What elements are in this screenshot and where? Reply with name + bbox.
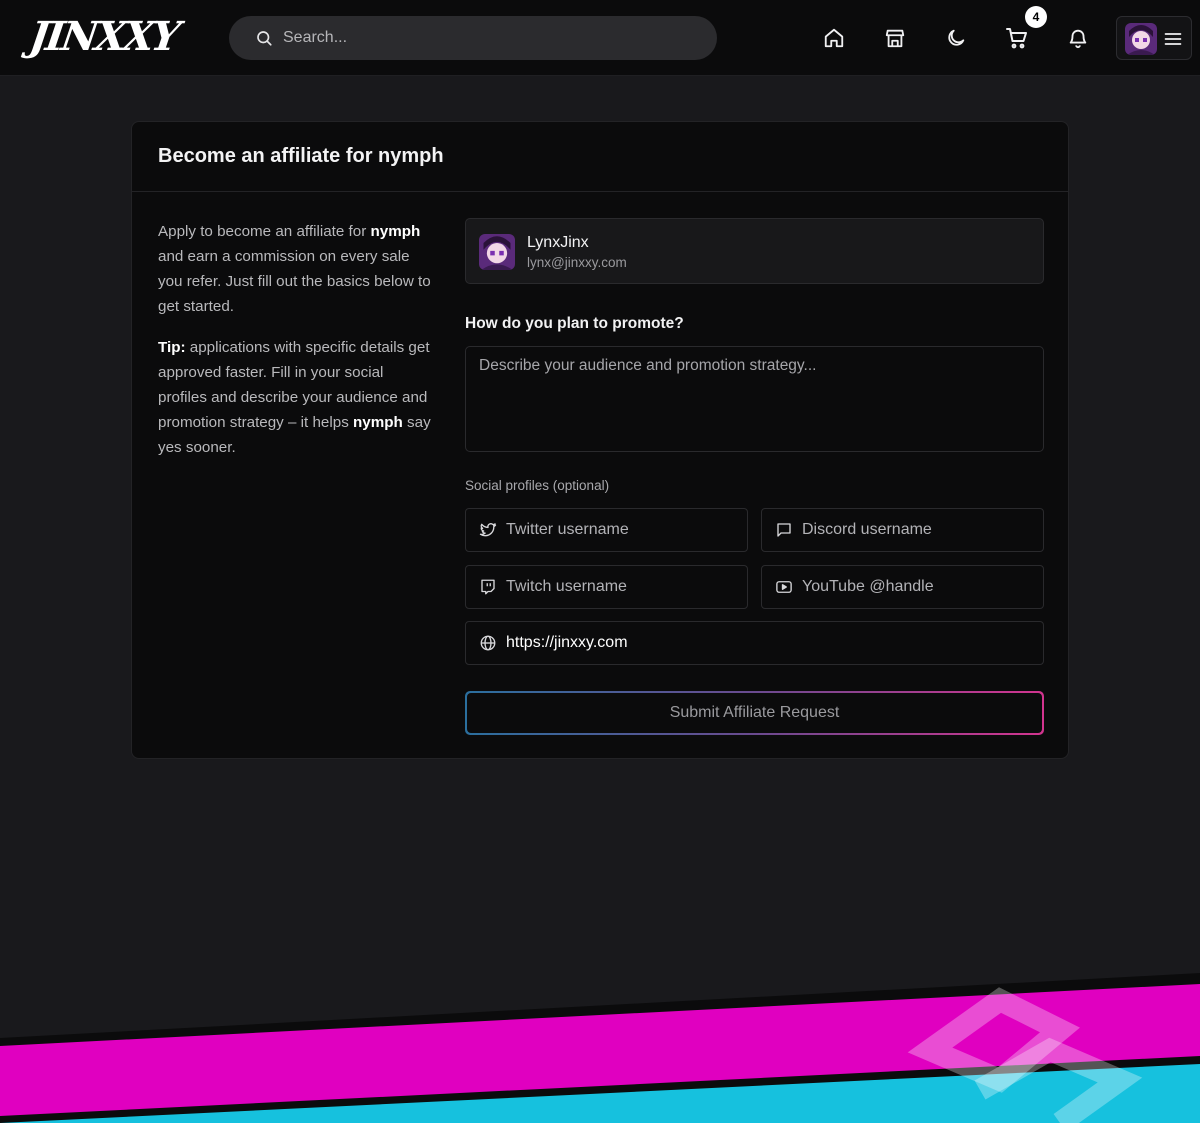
submit-button-label: Submit Affiliate Request [467,693,1042,733]
intro-text: Apply to become an affiliate for nymph a… [158,223,431,315]
website-field[interactable] [465,621,1044,665]
current-user-box: LynxJinx lynx@jinxxy.com [465,218,1044,284]
promote-question-label: How do you plan to promote? [465,315,684,332]
creator-name: nymph [370,223,421,240]
twitter-username-input[interactable] [506,521,726,539]
creator-name: nymph [353,414,403,431]
cart-count-badge: 4 [1025,6,1047,28]
search-icon [257,31,272,46]
twitter-icon [479,523,497,537]
avatar [1125,23,1157,55]
discord-field[interactable] [761,508,1044,552]
twitter-field[interactable] [465,508,748,552]
affiliate-application-card: Become an affiliate for nymph Apply to b… [131,121,1069,759]
search-bar[interactable] [229,16,717,60]
globe-icon [480,635,496,651]
user-email: lynx@jinxxy.com [527,255,627,270]
submit-affiliate-request-button[interactable]: Submit Affiliate Request [465,691,1044,735]
footer-decorative-stripes [0,973,1200,1123]
logo-text: JINXXY [26,13,181,60]
top-navigation-bar: JINXXY 4 [0,0,1200,76]
card-header: Become an affiliate for nymph [132,122,1068,192]
youtube-icon [776,581,792,593]
page-title: Become an affiliate for nymph [158,145,444,167]
chat-icon [777,523,791,537]
cart-icon[interactable] [1001,22,1033,54]
youtube-handle-input[interactable] [802,578,1022,596]
info-sidebar: Apply to become an affiliate for nymph a… [158,219,433,476]
website-url-input[interactable] [506,634,1006,652]
bell-icon[interactable] [1062,22,1094,54]
avatar [479,234,515,270]
twitch-icon [481,579,495,595]
discord-username-input[interactable] [802,521,1022,539]
store-icon[interactable] [879,22,911,54]
twitch-username-input[interactable] [506,578,726,596]
jinxxy-logo[interactable]: JINXXY [27,12,180,62]
moon-icon[interactable] [940,22,972,54]
search-input[interactable] [283,29,683,47]
promotion-strategy-textarea[interactable] [465,346,1044,452]
home-icon[interactable] [818,22,850,54]
tip-text: Tip: applications with specific details … [158,339,431,456]
user-name: LynxJinx [527,234,589,251]
menu-icon [1164,33,1182,45]
twitch-field[interactable] [465,565,748,609]
tip-label: Tip: [158,339,186,356]
social-profiles-label: Social profiles (optional) [465,478,610,493]
youtube-field[interactable] [761,565,1044,609]
profile-menu-button[interactable] [1116,16,1192,60]
